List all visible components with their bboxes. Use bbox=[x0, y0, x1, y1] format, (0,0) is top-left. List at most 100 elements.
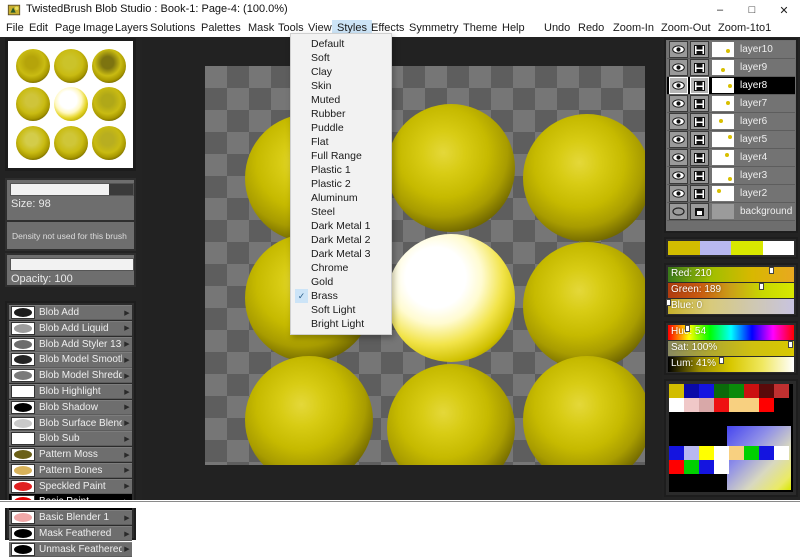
palette-swatch[interactable] bbox=[684, 460, 699, 474]
slider-lum[interactable]: Lum: 41% bbox=[668, 357, 794, 372]
palette-grid[interactable] bbox=[669, 384, 793, 492]
save-icon[interactable] bbox=[690, 95, 709, 112]
slider-red[interactable]: Red: 210 bbox=[668, 267, 794, 282]
save-icon[interactable] bbox=[690, 149, 709, 166]
save-icon[interactable] bbox=[690, 203, 709, 220]
eye-icon[interactable] bbox=[669, 113, 688, 130]
eye-icon[interactable] bbox=[669, 95, 688, 112]
slider-handle[interactable] bbox=[759, 283, 765, 290]
brush-item-blob-add[interactable]: Blob Add ▶ bbox=[9, 305, 132, 321]
color-swatch[interactable] bbox=[699, 241, 731, 255]
chevron-right-icon[interactable]: ▶ bbox=[122, 482, 132, 490]
current-color-swatches[interactable] bbox=[664, 237, 798, 259]
menu-zoom-out[interactable]: Zoom-Out bbox=[656, 20, 716, 37]
brush-item-blob-surface-blender[interactable]: Blob Surface Blender▶ bbox=[9, 415, 132, 431]
brush-item-pattern-bones[interactable]: Pattern Bones ▶ bbox=[9, 462, 132, 478]
brush-item-blob-sub[interactable]: Blob Sub ▶ bbox=[9, 431, 132, 447]
slider-hue[interactable]: Hue: 54 bbox=[668, 325, 794, 340]
menu-undo[interactable]: Undo bbox=[539, 20, 575, 37]
palette-swatch[interactable] bbox=[684, 398, 699, 412]
eye-icon[interactable] bbox=[669, 59, 688, 76]
layer-thumbnail[interactable] bbox=[712, 186, 734, 201]
slider-green[interactable]: Green: 189 bbox=[668, 283, 794, 298]
style-item-full-range[interactable]: Full Range bbox=[291, 149, 391, 163]
palette-swatch[interactable] bbox=[669, 398, 684, 412]
style-item-dark-metal-2[interactable]: Dark Metal 2 bbox=[291, 233, 391, 247]
hsl-sliders-panel[interactable]: Hue: 54 Sat: 100% Lum: 41% bbox=[664, 321, 798, 375]
palette-swatch[interactable] bbox=[729, 384, 744, 398]
brush-item-mask-feathered[interactable]: Mask Feathered ▶ bbox=[9, 525, 132, 542]
layer-row-layer3[interactable]: layer3 bbox=[667, 167, 795, 185]
brush-item-pattern-moss[interactable]: Pattern Moss ▶ bbox=[9, 447, 132, 463]
eye-icon[interactable] bbox=[669, 185, 688, 202]
chevron-right-icon[interactable]: ▶ bbox=[122, 372, 132, 380]
slider-handle[interactable] bbox=[684, 325, 690, 332]
style-item-clay[interactable]: Clay bbox=[291, 65, 391, 79]
chevron-right-icon[interactable]: ▶ bbox=[122, 340, 132, 348]
palette-swatch[interactable] bbox=[759, 398, 774, 412]
close-button[interactable]: ✕ bbox=[768, 0, 800, 20]
size-slider-track[interactable] bbox=[10, 183, 134, 196]
layer-thumbnail[interactable] bbox=[712, 150, 734, 165]
palette-swatch[interactable] bbox=[729, 446, 744, 460]
palette-swatch[interactable] bbox=[714, 398, 729, 412]
minimize-button[interactable]: – bbox=[704, 0, 736, 20]
color-swatch[interactable] bbox=[731, 241, 763, 255]
palette-swatch[interactable] bbox=[684, 384, 699, 398]
brush-item-speckled-paint[interactable]: Speckled Paint ▶ bbox=[9, 478, 132, 494]
save-icon[interactable] bbox=[690, 167, 709, 184]
slider-blue[interactable]: Blue: 0 bbox=[666, 299, 794, 314]
layer-thumbnail[interactable] bbox=[712, 96, 734, 111]
brush-item-blob-add-styler-13[interactable]: Blob Add Styler 13 ▶ bbox=[9, 336, 132, 352]
menu-edit[interactable]: Edit bbox=[24, 20, 53, 37]
style-item-dark-metal-1[interactable]: Dark Metal 1 bbox=[291, 219, 391, 233]
slider-handle[interactable] bbox=[666, 299, 671, 306]
style-item-brass[interactable]: ✓ Brass bbox=[291, 289, 391, 303]
eye-icon[interactable] bbox=[669, 149, 688, 166]
layer-row-layer4[interactable]: layer4 bbox=[667, 149, 795, 167]
style-item-soft[interactable]: Soft bbox=[291, 51, 391, 65]
save-icon[interactable] bbox=[690, 59, 709, 76]
slider-sat[interactable]: Sat: 100% bbox=[668, 341, 794, 356]
eye-icon[interactable] bbox=[669, 167, 688, 184]
menu-theme[interactable]: Theme bbox=[458, 20, 502, 37]
palette-swatch[interactable] bbox=[744, 398, 759, 412]
style-item-muted[interactable]: Muted bbox=[291, 93, 391, 107]
palette-swatch[interactable] bbox=[669, 384, 684, 398]
slider-handle[interactable] bbox=[788, 341, 794, 348]
style-item-gold[interactable]: Gold bbox=[291, 275, 391, 289]
palette-swatch[interactable] bbox=[714, 384, 729, 398]
menu-symmetry[interactable]: Symmetry bbox=[404, 20, 464, 37]
chevron-right-icon[interactable]: ▶ bbox=[122, 435, 132, 443]
style-item-rubber[interactable]: Rubber bbox=[291, 107, 391, 121]
brush-item-unmask-feathered[interactable]: Unmask Feathered ▶ bbox=[9, 541, 132, 557]
link-icon[interactable] bbox=[669, 203, 688, 220]
menu-zoom-in[interactable]: Zoom-In bbox=[608, 20, 659, 37]
style-item-skin[interactable]: Skin bbox=[291, 79, 391, 93]
palette-swatch[interactable] bbox=[669, 446, 684, 460]
save-icon[interactable] bbox=[690, 77, 709, 94]
brush-item-blob-highlight[interactable]: Blob Highlight ▶ bbox=[9, 383, 132, 400]
menu-help[interactable]: Help bbox=[497, 20, 530, 37]
save-icon[interactable] bbox=[690, 41, 709, 58]
layer-thumbnail[interactable] bbox=[712, 168, 734, 183]
color-swatch[interactable] bbox=[668, 241, 700, 255]
palette-panel[interactable] bbox=[664, 379, 798, 497]
style-item-soft-light[interactable]: Soft Light bbox=[291, 303, 391, 317]
palette-swatch[interactable] bbox=[714, 460, 729, 474]
style-item-steel[interactable]: Steel bbox=[291, 205, 391, 219]
opacity-slider-track[interactable] bbox=[10, 258, 134, 271]
menu-palettes[interactable]: Palettes bbox=[196, 20, 246, 37]
palette-swatch[interactable] bbox=[699, 446, 714, 460]
layer-thumbnail[interactable] bbox=[712, 42, 734, 57]
layer-thumbnail[interactable] bbox=[712, 60, 734, 75]
menu-redo[interactable]: Redo bbox=[573, 20, 609, 37]
chevron-right-icon[interactable]: ▶ bbox=[122, 466, 132, 474]
brush-item-blob-add-liquid[interactable]: Blob Add Liquid ▶ bbox=[9, 320, 132, 336]
palette-swatch[interactable] bbox=[744, 446, 759, 460]
layer-thumbnail[interactable] bbox=[712, 114, 734, 129]
palette-swatch[interactable] bbox=[699, 384, 714, 398]
brush-item-basic-blender-1[interactable]: Basic Blender 1 ▶ bbox=[9, 510, 132, 526]
palette-swatch[interactable] bbox=[774, 446, 789, 460]
rgb-sliders-panel[interactable]: Red: 210 Green: 189 Blue: 0 bbox=[664, 263, 798, 317]
